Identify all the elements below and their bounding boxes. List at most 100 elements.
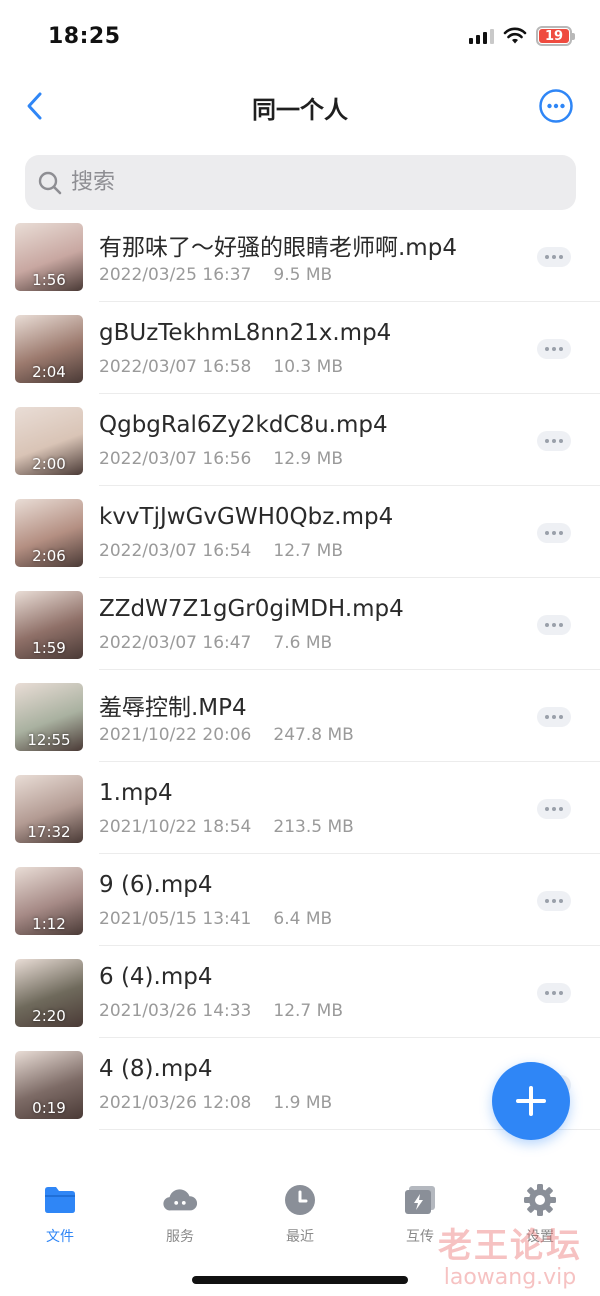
dot-icon (559, 807, 563, 811)
file-meta: 2022/03/07 16:54 12.7 MB (99, 541, 343, 561)
dot-icon (545, 439, 549, 443)
video-duration: 2:06 (32, 547, 66, 565)
file-meta: 2021/10/22 18:54 213.5 MB (99, 817, 354, 837)
row-more-button[interactable] (537, 615, 571, 635)
file-meta: 2022/03/07 16:47 7.6 MB (99, 633, 332, 653)
dot-icon (545, 807, 549, 811)
watermark: 老王论坛 laowang.vip (438, 1218, 582, 1290)
file-date: 2022/03/07 16:54 (99, 541, 252, 561)
dot-icon (559, 439, 563, 443)
file-meta: 2021/03/26 14:33 12.7 MB (99, 1001, 343, 1021)
battery-level: 19 (539, 29, 569, 44)
folder-icon (42, 1182, 78, 1218)
dot-icon (545, 991, 549, 995)
tab-recent[interactable]: 最近 (240, 1170, 360, 1260)
file-row[interactable]: 1:12 9 (6).mp4 2021/05/15 13:41 6.4 MB (0, 854, 600, 946)
dot-icon (545, 623, 549, 627)
dot-icon (545, 255, 549, 259)
file-size: 213.5 MB (273, 817, 354, 837)
video-duration: 12:55 (27, 731, 71, 749)
video-thumbnail[interactable]: 12:55 (15, 683, 83, 751)
file-row[interactable]: 17:32 1.mp4 2021/10/22 18:54 213.5 MB (0, 762, 600, 854)
row-more-button[interactable] (537, 891, 571, 911)
dot-icon (545, 715, 549, 719)
file-name: 1.mp4 (99, 780, 173, 806)
file-size: 9.5 MB (273, 265, 333, 285)
add-button[interactable] (492, 1062, 570, 1140)
file-date: 2021/03/26 14:33 (99, 1001, 252, 1021)
video-thumbnail[interactable]: 2:00 (15, 407, 83, 475)
file-row[interactable]: 2:20 6 (4).mp4 2021/03/26 14:33 12.7 MB (0, 946, 600, 1038)
file-name: ZZdW7Z1gGr0giMDH.mp4 (99, 596, 404, 622)
row-more-button[interactable] (537, 339, 571, 359)
video-thumbnail[interactable]: 2:04 (15, 315, 83, 383)
file-row[interactable]: 2:00 QgbgRal6Zy2kdC8u.mp4 2022/03/07 16:56… (0, 394, 600, 486)
row-more-button[interactable] (537, 799, 571, 819)
tab-files[interactable]: 文件 (0, 1170, 120, 1260)
file-meta: 2022/03/07 16:56 12.9 MB (99, 449, 343, 469)
video-thumbnail[interactable]: 2:06 (15, 499, 83, 567)
video-duration: 2:20 (32, 1007, 66, 1025)
dot-icon (559, 899, 563, 903)
video-thumbnail[interactable]: 1:12 (15, 867, 83, 935)
dot-icon (552, 255, 556, 259)
file-date: 2021/10/22 20:06 (99, 725, 252, 745)
clock-icon (282, 1182, 318, 1218)
row-more-button[interactable] (537, 523, 571, 543)
file-list: 1:56 有那味了～好骚的眼睛老师啊.mp4 2022/03/25 16:37 9.5… (0, 210, 600, 1130)
video-duration: 2:00 (32, 455, 66, 473)
row-more-button[interactable] (537, 707, 571, 727)
video-duration: 2:04 (32, 363, 66, 381)
search-bar[interactable] (25, 155, 576, 210)
dot-icon (552, 531, 556, 535)
dot-icon (545, 531, 549, 535)
search-input[interactable] (71, 170, 551, 195)
cloud-icon (162, 1182, 198, 1218)
watermark-url: laowang.vip (443, 1265, 577, 1290)
row-more-button[interactable] (537, 983, 571, 1003)
dot-icon (559, 623, 563, 627)
file-meta: 2021/03/26 12:08 1.9 MB (99, 1093, 332, 1113)
video-duration: 1:56 (32, 271, 66, 289)
video-thumbnail[interactable]: 2:20 (15, 959, 83, 1027)
file-size: 1.9 MB (273, 1093, 333, 1113)
file-name: 9 (6).mp4 (99, 872, 213, 898)
file-name: QgbgRal6Zy2kdC8u.mp4 (99, 412, 388, 438)
video-thumbnail[interactable]: 0:19 (15, 1051, 83, 1119)
dot-icon (559, 255, 563, 259)
video-duration: 0:19 (32, 1099, 66, 1117)
gear-icon (522, 1182, 558, 1218)
file-size: 247.8 MB (273, 725, 354, 745)
file-row[interactable]: 2:04 gBUzTekhmL8nn21x.mp4 2022/03/07 16:58… (0, 302, 600, 394)
video-thumbnail[interactable]: 17:32 (15, 775, 83, 843)
file-size: 6.4 MB (273, 909, 333, 929)
file-row[interactable]: 1:56 有那味了～好骚的眼睛老师啊.mp4 2022/03/25 16:37 9.5… (0, 210, 600, 302)
row-more-button[interactable] (537, 247, 571, 267)
tab-services[interactable]: 服务 (120, 1170, 240, 1260)
file-size: 10.3 MB (273, 357, 343, 377)
file-row[interactable]: 1:59 ZZdW7Z1gGr0giMDH.mp4 2022/03/07 16:47… (0, 578, 600, 670)
more-options-button[interactable] (538, 88, 574, 124)
file-meta: 2022/03/07 16:58 10.3 MB (99, 357, 343, 377)
row-more-button[interactable] (537, 431, 571, 451)
video-duration: 1:12 (32, 915, 66, 933)
file-row[interactable]: 12:55 羞辱控制.MP4 2021/10/22 20:06 247.8 MB (0, 670, 600, 762)
dot-icon (552, 347, 556, 351)
file-meta: 2021/05/15 13:41 6.4 MB (99, 909, 332, 929)
tab-label: 互传 (406, 1229, 434, 1245)
file-size: 12.7 MB (273, 541, 343, 561)
status-icons: 19 (469, 26, 575, 46)
plus-icon (516, 1086, 546, 1116)
video-thumbnail[interactable]: 1:59 (15, 591, 83, 659)
dot-icon (552, 807, 556, 811)
dot-icon (552, 991, 556, 995)
more-horizontal-icon (539, 89, 573, 123)
file-date: 2022/03/25 16:37 (99, 265, 252, 285)
battery-icon: 19 (536, 26, 575, 46)
video-thumbnail[interactable]: 1:56 (15, 223, 83, 291)
home-indicator (192, 1276, 408, 1284)
dot-icon (559, 347, 563, 351)
file-row[interactable]: 2:06 kvvTjJwGvGWH0Qbz.mp4 2022/03/07 16:54… (0, 486, 600, 578)
transfer-icon (402, 1182, 438, 1218)
video-duration: 1:59 (32, 639, 66, 657)
